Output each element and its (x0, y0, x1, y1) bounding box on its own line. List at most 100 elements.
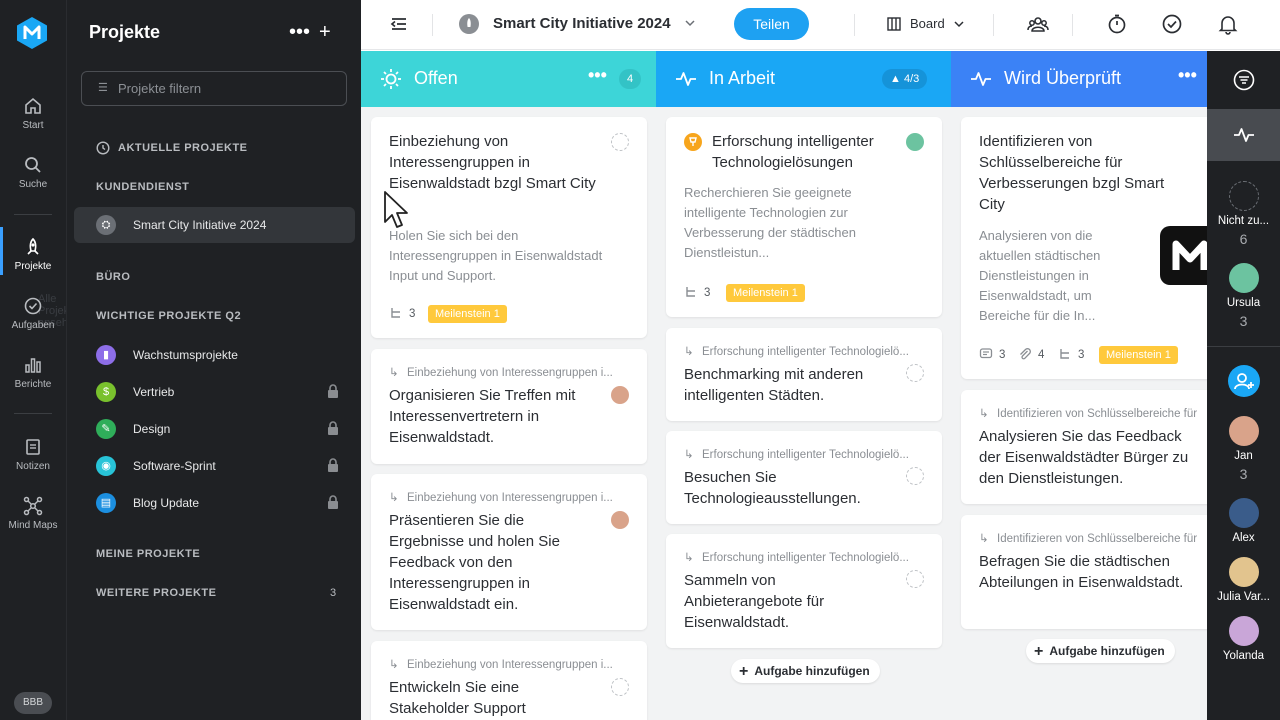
project-item-design[interactable]: ✎ Design (74, 411, 355, 447)
task-title: Benchmarking mit anderen intelligenten S… (684, 366, 864, 404)
rail-mindmaps[interactable]: Mind Maps (0, 496, 66, 531)
divider (993, 14, 994, 36)
project-title[interactable]: Smart City Initiative 2024 (493, 15, 671, 32)
column-wird-ueberprueft: Wird Überprüft ••• Identifizieren von Sc… (951, 51, 1207, 720)
section-header[interactable]: BÜRO (96, 271, 130, 283)
parent-task-title: Identifizieren von Schlüsselbereiche für (997, 533, 1198, 545)
project-item-software-sprint[interactable]: ◉ Software-Sprint (74, 448, 355, 484)
chevron-down-icon[interactable] (683, 16, 697, 30)
assignee-avatar[interactable] (611, 386, 629, 404)
task-card[interactable]: ↳ Identifizieren von Schlüsselbereiche fü… (961, 515, 1207, 629)
assignee-placeholder-icon[interactable] (906, 364, 924, 382)
member-unassigned[interactable]: Nicht zu... 6 (1207, 181, 1280, 247)
rail-notes[interactable]: Notizen (0, 437, 66, 472)
assignee-placeholder-icon[interactable] (611, 678, 629, 696)
lock-icon (328, 495, 338, 509)
filter-toggle[interactable] (1207, 51, 1280, 109)
column-header: Wird Überprüft ••• (951, 51, 1207, 107)
task-title: Befragen Sie die städtischen Abteilungen… (979, 553, 1184, 591)
task-card[interactable]: Erforschung intelligenter Technologielös… (666, 117, 942, 317)
section-header[interactable]: WICHTIGE PROJEKTE Q2 (96, 310, 241, 322)
assignee-placeholder-icon[interactable] (906, 467, 924, 485)
task-card[interactable]: Einbeziehung von Interessengruppen in Ei… (371, 117, 647, 338)
rail-projects[interactable]: Projekte (0, 227, 66, 275)
project-item-blog-update[interactable]: ▤ Blog Update (74, 485, 355, 521)
activity-icon (676, 72, 696, 86)
milestone-tag: Meilenstein 1 (1099, 346, 1178, 364)
milestone-tag: Meilenstein 1 (726, 284, 805, 302)
assignee-placeholder-icon[interactable] (906, 570, 924, 588)
task-title: Präsentieren Sie die Ergebnisse und hole… (389, 512, 560, 613)
add-task-button[interactable]: + Aufgabe hinzufügen (1026, 639, 1175, 663)
member-alex[interactable]: Alex (1207, 498, 1280, 544)
bell-icon[interactable] (1217, 13, 1239, 35)
assignee-placeholder-icon[interactable] (611, 133, 629, 151)
rail-start[interactable]: Start (0, 96, 66, 131)
section-header[interactable]: KUNDENDIENST (96, 181, 189, 193)
task-card[interactable]: ↳ Einbeziehung von Interessengruppen i...… (371, 349, 647, 464)
add-task-label: Aufgabe hinzufügen (754, 664, 870, 678)
parent-task-ref: ↳ Einbeziehung von Interessengruppen i... (389, 657, 613, 671)
subtask-icon: ↳ (389, 367, 399, 379)
activity-toggle[interactable] (1207, 109, 1280, 161)
task-card[interactable]: ↳ Einbeziehung von Interessengruppen i...… (371, 641, 647, 720)
board-icon (887, 17, 901, 31)
parent-task-title: Einbeziehung von Interessengruppen i... (407, 659, 613, 671)
project-item-vertrieb[interactable]: $ Vertrieb (74, 374, 355, 410)
parent-task-ref: ↳ Identifizieren von Schlüsselbereiche fü… (979, 406, 1197, 420)
member-julia[interactable]: Julia Var... (1207, 557, 1280, 603)
task-title: Erforschung intelligenter Technologielös… (712, 133, 874, 171)
member-jan[interactable]: Jan 3 (1207, 416, 1280, 482)
assignee-avatar[interactable] (611, 511, 629, 529)
task-card[interactable]: ↳ Identifizieren von Schlüsselbereiche fü… (961, 390, 1207, 504)
rail-projects-label: Projekte (14, 261, 52, 272)
task-card[interactable]: ↳ Erforschung intelligenter Technologielö… (666, 431, 942, 524)
column-menu-icon[interactable]: ••• (1178, 65, 1197, 86)
task-card[interactable]: ↳ Einbeziehung von Interessengruppen i...… (371, 474, 647, 630)
section-header[interactable]: MEINE PROJEKTE (96, 548, 200, 560)
rail-notes-label: Notizen (16, 461, 50, 472)
add-member-icon[interactable] (1228, 365, 1260, 397)
more-options-icon[interactable]: ••• (289, 20, 310, 44)
share-button[interactable]: Teilen (734, 8, 809, 40)
collapse-sidebar-icon[interactable] (388, 13, 410, 35)
section-header-weitere[interactable]: WEITERE PROJEKTE 3 (96, 587, 346, 599)
parent-task-ref: ↳ Einbeziehung von Interessengruppen i... (389, 365, 613, 379)
member-avatar (1228, 498, 1259, 528)
mindmap-icon (23, 496, 43, 516)
meistertask-logo[interactable] (16, 16, 48, 50)
view-selector[interactable]: Board (910, 16, 945, 31)
parent-task-ref: ↳ Erforschung intelligenter Technologielö… (684, 447, 909, 461)
notes-icon (26, 439, 40, 455)
project-item-wachstum[interactable]: ▮ Wachstumsprojekte (74, 337, 355, 373)
member-task-count: 6 (1239, 231, 1248, 247)
member-yolanda[interactable]: Yolanda (1207, 616, 1280, 662)
assignee-avatar[interactable] (906, 133, 924, 151)
add-project-icon[interactable]: + (319, 20, 331, 44)
rail-tasks[interactable]: Aufgaben (0, 296, 66, 331)
member-name: Ursula (1226, 297, 1261, 309)
user-avatar[interactable]: BBB (14, 692, 52, 714)
comment-icon (979, 348, 993, 359)
column-menu-icon[interactable]: ••• (588, 65, 607, 86)
member-ursula[interactable]: Ursula 3 (1207, 263, 1280, 329)
add-task-button[interactable]: + Aufgabe hinzufügen (731, 659, 880, 683)
timer-icon[interactable] (1106, 13, 1128, 35)
rail-search[interactable]: Suche (0, 155, 66, 190)
task-title: Analysieren Sie das Feedback der Eisenwa… (979, 428, 1189, 487)
rail-tasks-label: Aufgaben (11, 320, 55, 331)
divider (1072, 14, 1073, 36)
project-name: Wachstumsprojekte (133, 348, 238, 362)
parent-task-ref: ↳ Erforschung intelligenter Technologielö… (684, 550, 909, 564)
task-card[interactable]: ↳ Erforschung intelligenter Technologielö… (666, 328, 942, 421)
project-filter-input[interactable]: ☰ Projekte filtern (81, 71, 347, 106)
home-icon (25, 97, 41, 114)
project-item-smart-city[interactable]: ⛭ Smart City Initiative 2024 (74, 207, 355, 243)
project-name: Blog Update (133, 496, 200, 510)
check-circle-icon[interactable] (1161, 13, 1183, 35)
chevron-down-icon[interactable] (952, 17, 966, 31)
team-icon[interactable] (1027, 13, 1049, 35)
task-card[interactable]: ↳ Erforschung intelligenter Technologielö… (666, 534, 942, 648)
rail-mindmaps-label: Mind Maps (8, 520, 58, 531)
rail-reports[interactable]: Berichte (0, 355, 66, 390)
